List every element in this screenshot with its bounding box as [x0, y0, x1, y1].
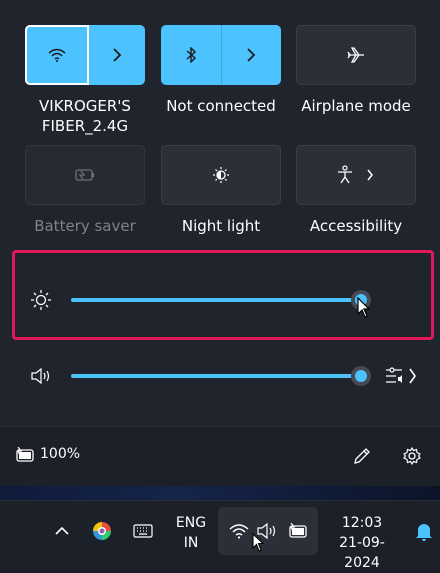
battery-saver-button[interactable]	[26, 146, 144, 204]
chevron-right-icon	[246, 48, 256, 62]
wifi-toggle-button[interactable]	[25, 25, 89, 85]
wifi-network-name-line2: FIBER_2.4G	[41, 117, 129, 135]
battery-charging-icon	[286, 522, 310, 540]
wifi-network-name-line1: VIKROGER'S	[39, 97, 131, 115]
speaker-icon[interactable]	[30, 366, 52, 386]
language-indicator[interactable]: ENG IN	[170, 513, 212, 553]
airplane-mode-tile[interactable]	[296, 25, 416, 85]
volume-slider-thumb[interactable]	[351, 366, 371, 386]
quick-settings-footer: 100%	[0, 426, 440, 487]
bluetooth-devices-button[interactable]	[221, 25, 281, 85]
night-light-label: Night light	[181, 217, 261, 235]
accessibility-icon	[336, 165, 354, 185]
brightness-icon	[29, 288, 53, 312]
bluetooth-tile-label: Not connected	[166, 97, 276, 115]
wifi-icon	[228, 522, 250, 540]
wifi-icon	[48, 48, 66, 62]
brightness-slider-row	[0, 280, 440, 320]
volume-slider-track[interactable]	[71, 374, 361, 378]
bluetooth-toggle-button[interactable]	[161, 25, 221, 85]
night-light-button[interactable]	[162, 146, 280, 204]
clock-time: 12:03	[341, 515, 383, 531]
chevron-up-icon[interactable]	[52, 521, 72, 541]
chevron-right-icon	[366, 169, 374, 181]
gear-icon[interactable]	[402, 446, 422, 466]
wifi-networks-button[interactable]	[89, 25, 145, 85]
wifi-tile[interactable]	[25, 25, 145, 85]
taskbar: ENG IN 12:03 21-09-2024	[0, 500, 440, 571]
language-code: ENG	[175, 515, 207, 531]
mouse-cursor-icon	[357, 297, 371, 319]
region-code: IN	[183, 535, 199, 551]
accessibility-label: Accessibility	[309, 217, 403, 235]
accessibility-toggle-button[interactable]	[327, 146, 363, 204]
chevron-right-icon	[112, 48, 122, 62]
pencil-icon[interactable]	[352, 446, 372, 466]
clock[interactable]: 12:03 21-09-2024	[322, 513, 402, 573]
brightness-slider-track[interactable]	[71, 298, 361, 302]
battery-charging-icon[interactable]	[14, 445, 36, 465]
airplane-mode-label: Airplane mode	[301, 97, 411, 115]
night-light-tile[interactable]	[161, 145, 281, 205]
airplane-mode-button[interactable]	[297, 26, 415, 84]
bluetooth-tile[interactable]	[161, 25, 281, 85]
system-tray-group[interactable]	[218, 507, 318, 555]
volume-mixer-icon[interactable]	[384, 365, 420, 387]
clock-date: 21-09-2024	[339, 535, 385, 571]
quick-settings-panel: VIKROGER'S FIBER_2.4G Not connected Airp…	[0, 0, 440, 500]
volume-slider-row	[0, 356, 440, 396]
volume-thumb-dot	[355, 370, 367, 382]
battery-saver-icon	[74, 168, 96, 182]
keyboard-icon[interactable]	[132, 521, 154, 541]
accessibility-tile[interactable]	[296, 145, 416, 205]
app-icon[interactable]	[90, 519, 114, 543]
battery-saver-label: Battery saver	[34, 217, 136, 235]
bluetooth-icon	[185, 47, 197, 63]
wifi-tile-label: VIKROGER'S FIBER_2.4G	[15, 96, 155, 136]
night-light-icon	[211, 165, 231, 185]
desktop-wallpaper-strip	[0, 486, 440, 500]
mouse-cursor-icon	[252, 533, 264, 553]
airplane-icon	[346, 46, 366, 64]
battery-percent-text[interactable]: 100%	[40, 446, 80, 462]
battery-saver-tile[interactable]	[25, 145, 145, 205]
accessibility-more-button[interactable]	[359, 146, 381, 204]
bell-icon[interactable]	[414, 521, 434, 543]
